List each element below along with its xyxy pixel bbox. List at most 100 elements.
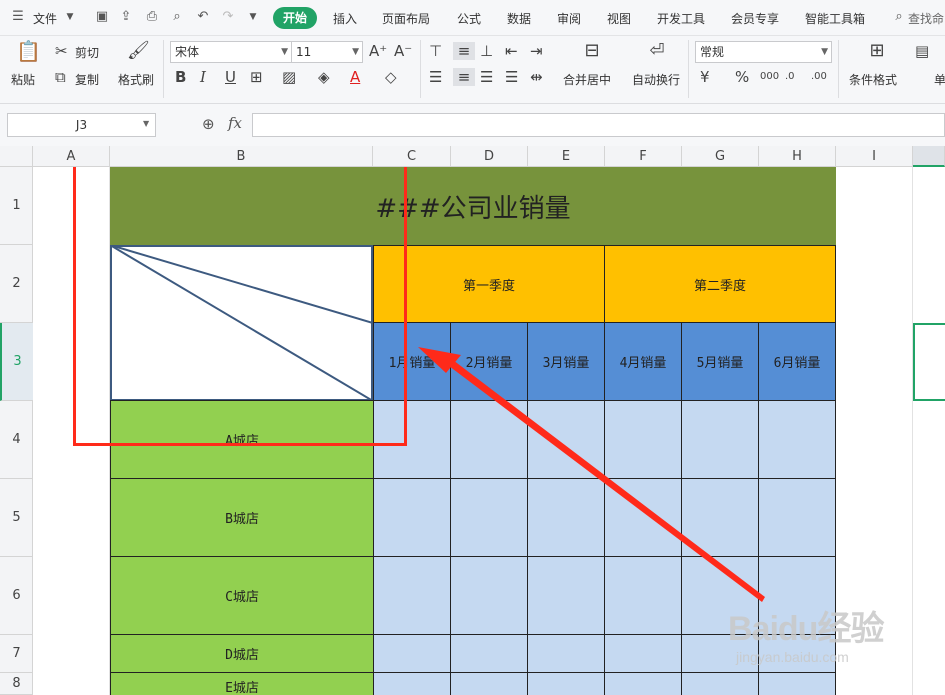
conditional-format-button[interactable]: 条件格式 [849,71,897,88]
column-header-b[interactable]: B [110,146,373,167]
divider [688,40,689,98]
export-icon[interactable]: ⇪ [118,9,134,25]
tab-insert[interactable]: 插入 [333,10,357,27]
tab-review[interactable]: 审阅 [557,10,581,27]
tab-data[interactable]: 数据 [507,10,531,27]
font-decrease-icon[interactable]: A⁻ [394,42,412,60]
row-header-8[interactable]: 8 [0,673,33,695]
chevron-down-icon: ▼ [281,47,288,57]
quick-access-chevron-icon[interactable]: ▼ [245,9,261,25]
currency-icon[interactable]: ¥ [700,68,710,86]
column-header-d[interactable]: D [451,146,528,167]
column-header-f[interactable]: F [605,146,682,167]
zoom-icon[interactable]: ⊕ [202,115,215,133]
column-header-c[interactable]: C [373,146,451,167]
wrap-text-icon[interactable]: ⏎ [645,42,669,60]
ribbon-toolbar: 📋 粘贴 ✂ 剪切 ⧉ 复制 🖌 格式刷 宋体 ▼ 11 ▼ A⁺ A⁻ B I U… [0,36,945,104]
row-header-5[interactable]: 5 [0,479,33,557]
column-header-e[interactable]: E [528,146,605,167]
tab-formulas[interactable]: 公式 [457,10,481,27]
copy-icon[interactable]: ⧉ [55,68,66,86]
cut-button[interactable]: 剪切 [75,44,99,61]
column-header-h[interactable]: H [759,146,836,167]
percent-icon[interactable]: % [735,68,749,86]
font-size-select[interactable]: 11 ▼ [291,41,363,63]
font-name-select[interactable]: 宋体 ▼ [170,41,292,63]
tab-home[interactable]: 开始 [273,7,317,29]
thousands-icon[interactable]: 000 [760,68,779,86]
align-center-icon[interactable]: ≡ [453,68,475,86]
align-left-icon[interactable]: ☰ [429,68,442,86]
row-header-7[interactable]: 7 [0,635,33,673]
column-header-g[interactable]: G [682,146,759,167]
select-all-corner[interactable] [0,146,33,167]
italic-icon[interactable]: I [200,68,206,86]
column-header-i[interactable]: I [836,146,913,167]
underline-icon[interactable]: U [225,68,236,86]
number-format-select[interactable]: 常规 ▼ [695,41,832,63]
align-middle-icon[interactable]: ≡ [453,42,475,60]
cell-fill-pattern-icon[interactable]: ▨ [282,68,296,86]
column-header-j[interactable] [913,146,945,167]
fx-icon[interactable]: fx [228,114,242,132]
chevron-down-icon[interactable]: ▼ [62,9,78,25]
wrap-text-button[interactable]: 自动换行 [632,71,680,88]
font-increase-icon[interactable]: A⁺ [369,42,387,60]
fill-color-icon[interactable]: ◈ [318,68,330,86]
merge-center-icon[interactable]: ⊟ [580,42,604,60]
row-header-3[interactable]: 3 [0,323,33,401]
format-painter-icon[interactable]: 🖌 [127,42,150,60]
row-header-4[interactable]: 4 [0,401,33,479]
number-format-value: 常规 [700,45,725,59]
column-header-a[interactable]: A [33,146,110,167]
print-icon[interactable]: ⎙ [144,9,160,25]
paste-button[interactable]: 粘贴 [11,71,35,88]
divider [420,40,421,98]
row-header-1[interactable]: 1 [0,167,33,245]
align-bottom-icon[interactable]: ⊥ [480,42,493,60]
search-icon[interactable]: ⌕ [891,9,907,25]
merge-center-button[interactable]: 合并居中 [563,71,611,88]
distributed-icon[interactable]: ⇹ [530,68,543,86]
paste-icon[interactable]: 📋 [16,41,41,61]
tab-smart-tools[interactable]: 智能工具箱 [805,10,865,27]
clear-format-icon[interactable]: ◇ [385,68,397,86]
tab-view[interactable]: 视图 [607,10,631,27]
save-icon[interactable]: ▣ [94,9,110,25]
row-header-6[interactable]: 6 [0,557,33,635]
search-command[interactable]: 查找命 [908,10,944,27]
format-painter-button[interactable]: 格式刷 [118,71,154,88]
menu-icon[interactable]: ☰ [10,9,26,25]
file-menu[interactable]: 文件 [33,10,57,27]
watermark-url: jingyan.baidu.com [736,649,849,665]
font-color-icon[interactable]: A [350,68,360,86]
align-top-icon[interactable]: ⊤ [429,42,442,60]
border-icon[interactable]: ⊞ [250,68,263,86]
bold-icon[interactable]: B [175,68,186,86]
tab-developer[interactable]: 开发工具 [657,10,705,27]
scissors-icon[interactable]: ✂ [55,42,68,60]
indent-decrease-icon[interactable]: ⇤ [505,42,518,60]
cell-style-icon[interactable]: ▤ [915,42,929,60]
copy-button[interactable]: 复制 [75,71,99,88]
print-preview-icon[interactable]: ⌕ [169,9,185,25]
tab-member[interactable]: 会员专享 [731,10,779,27]
decrease-decimal-icon[interactable]: .00 [811,68,827,86]
worksheet-grid[interactable]: ###公司业销量 第一季度 第二季度 1月销量 2月销量 3月销量 4月销量 5… [33,167,945,695]
justify-icon[interactable]: ☰ [505,68,518,86]
row-header-2[interactable]: 2 [0,245,33,323]
indent-increase-icon[interactable]: ⇥ [530,42,543,60]
align-right-icon[interactable]: ☰ [480,68,493,86]
divider [838,40,839,98]
conditional-format-icon[interactable]: ⊞ [866,42,888,60]
name-box[interactable]: J3 [7,113,156,137]
chevron-down-icon[interactable]: ▼ [143,119,149,128]
redo-icon[interactable]: ↷ [220,9,236,25]
undo-icon[interactable]: ↶ [195,9,211,25]
chevron-down-icon: ▼ [352,47,359,57]
tab-page-layout[interactable]: 页面布局 [382,10,430,27]
increase-decimal-icon[interactable]: .0 [785,68,795,86]
menu-bar: ☰ 文件 ▼ ▣ ⇪ ⎙ ⌕ ↶ ↷ ▼ 开始 插入 页面布局 公式 数据 审阅… [0,0,945,36]
cell-style-button[interactable]: 单 [934,71,945,88]
formula-input[interactable] [252,113,945,137]
